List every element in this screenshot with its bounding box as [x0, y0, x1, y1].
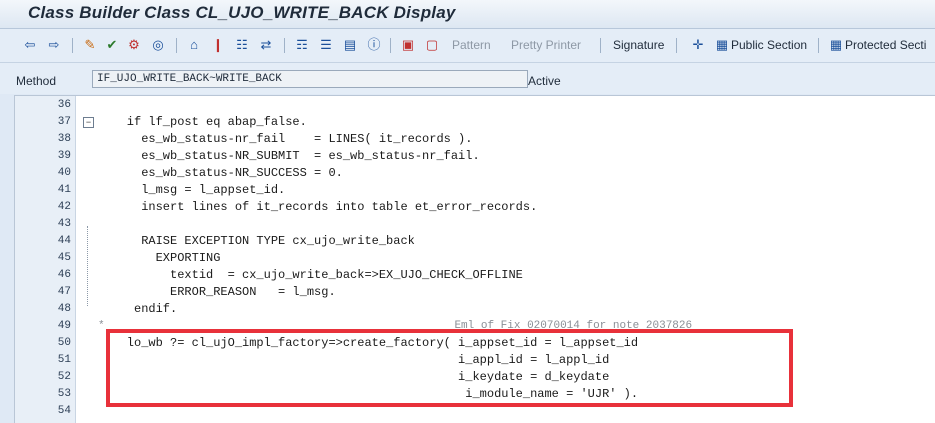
- protected-section-button[interactable]: Protected Secti: [845, 38, 926, 52]
- forward-arrow-icon[interactable]: ⇨: [46, 37, 62, 53]
- public-section-button[interactable]: Public Section: [731, 38, 807, 52]
- code-text: es_wb_status-NR_SUBMIT = es_wb_status-nr…: [98, 149, 480, 163]
- code-text: EXPORTING: [98, 251, 221, 265]
- code-text: insert lines of it_records into table et…: [98, 200, 538, 214]
- where-used-icon[interactable]: ◎: [150, 37, 166, 53]
- window-title: Class Builder Class CL_UJO_WRITE_BACK Di…: [28, 3, 456, 22]
- line-number: 44: [57, 235, 71, 247]
- code-text: textid = cx_ujo_write_back=>EX_UJO_CHECK…: [98, 268, 523, 282]
- fold-toggle-icon[interactable]: −: [83, 117, 94, 128]
- line-number: 38: [57, 133, 71, 145]
- code-line[interactable]: 43: [15, 216, 935, 233]
- protected-section-icon[interactable]: ▦: [828, 37, 844, 53]
- highlight-box: [106, 329, 793, 407]
- breakpoint-icon[interactable]: ❙: [210, 37, 226, 53]
- activate-icon[interactable]: ⚙: [126, 37, 142, 53]
- code-line[interactable]: 48 endif.: [15, 301, 935, 318]
- code-text: RAISE EXCEPTION TYPE cx_ujo_write_back: [98, 234, 415, 248]
- insert-statement-icon[interactable]: ▣: [400, 37, 416, 53]
- line-number: 45: [57, 252, 71, 264]
- code-line[interactable]: 45 EXPORTING: [15, 250, 935, 267]
- line-number: 50: [57, 337, 71, 349]
- toolbar-separator: [818, 38, 819, 53]
- method-field[interactable]: IF_UJO_WRITE_BACK~WRITE_BACK: [92, 70, 528, 88]
- code-text: if lf_post eq abap_false.: [98, 115, 307, 129]
- application-toolbar: ⇦ ⇨ ✎ ✔ ⚙ ◎ ⌂ ❙ ☷ ⇄ ☶ ☰ ▤ ⓘ ▣ ▢ Pattern …: [0, 29, 935, 63]
- line-number: 51: [57, 354, 71, 366]
- hierarchy-tree-icon[interactable]: ☶: [294, 37, 310, 53]
- toolbar-separator: [176, 38, 177, 53]
- line-number: 52: [57, 371, 71, 383]
- line-number: 41: [57, 184, 71, 196]
- code-text: ERROR_REASON = l_msg.: [98, 285, 336, 299]
- line-number: 37: [57, 116, 71, 128]
- public-section-icon[interactable]: ▦: [714, 37, 730, 53]
- object-hierarchy-icon[interactable]: ⌂: [186, 37, 202, 53]
- code-text: l_msg = l_appset_id.: [98, 183, 286, 197]
- line-number: 39: [57, 150, 71, 162]
- navigate-icon[interactable]: ✛: [690, 37, 706, 53]
- status-text: Active: [528, 74, 561, 88]
- method-label: Method: [16, 74, 57, 88]
- signature-button[interactable]: Signature: [613, 38, 664, 52]
- code-line[interactable]: 42 insert lines of it_records into table…: [15, 199, 935, 216]
- toolbar-separator: [676, 38, 677, 53]
- code-line[interactable]: 38 es_wb_status-nr_fail = LINES( it_reco…: [15, 131, 935, 148]
- code-text: es_wb_status-nr_fail = LINES( it_records…: [98, 132, 473, 146]
- line-number: 47: [57, 286, 71, 298]
- line-number: 54: [57, 405, 71, 417]
- toolbar-separator: [284, 38, 285, 53]
- code-line[interactable]: 41 l_msg = l_appset_id.: [15, 182, 935, 199]
- info-icon[interactable]: ⓘ: [366, 37, 382, 53]
- back-arrow-icon[interactable]: ⇦: [22, 37, 38, 53]
- code-line[interactable]: 46 textid = cx_ujo_write_back=>EX_UJO_CH…: [15, 267, 935, 284]
- delete-statement-icon[interactable]: ▢: [424, 37, 440, 53]
- display-table-icon[interactable]: ▤: [342, 37, 358, 53]
- toolbar-separator: [72, 38, 73, 53]
- toolbar-separator: [390, 38, 391, 53]
- edit-pencil-icon[interactable]: ✎: [82, 37, 98, 53]
- line-number: 40: [57, 167, 71, 179]
- line-number: 46: [57, 269, 71, 281]
- line-number: 43: [57, 218, 71, 230]
- code-text: endif.: [98, 302, 178, 316]
- code-line[interactable]: 40 es_wb_status-NR_SUCCESS = 0.: [15, 165, 935, 182]
- line-number: 53: [57, 388, 71, 400]
- structure-icon[interactable]: ☰: [318, 37, 334, 53]
- check-syntax-icon[interactable]: ✔: [104, 37, 120, 53]
- toolbar-separator: [600, 38, 601, 53]
- title-bar: Class Builder Class CL_UJO_WRITE_BACK Di…: [0, 0, 935, 29]
- method-row: Method IF_UJO_WRITE_BACK~WRITE_BACK Acti…: [0, 63, 935, 94]
- code-line[interactable]: 47 ERROR_REASON = l_msg.: [15, 284, 935, 301]
- code-line[interactable]: 36: [15, 97, 935, 114]
- line-number: 49: [57, 320, 71, 332]
- code-line[interactable]: 37 − if lf_post eq abap_false.: [15, 114, 935, 131]
- pretty-printer-button[interactable]: Pretty Printer: [511, 38, 581, 52]
- navigation-icon[interactable]: ⇄: [258, 37, 274, 53]
- code-line[interactable]: 39 es_wb_status-NR_SUBMIT = es_wb_status…: [15, 148, 935, 165]
- line-number: 48: [57, 303, 71, 315]
- code-line[interactable]: 44 RAISE EXCEPTION TYPE cx_ujo_write_bac…: [15, 233, 935, 250]
- line-number: 36: [57, 99, 71, 111]
- object-list-icon[interactable]: ☷: [234, 37, 250, 53]
- line-number: 42: [57, 201, 71, 213]
- pattern-button[interactable]: Pattern: [452, 38, 491, 52]
- code-text: es_wb_status-NR_SUCCESS = 0.: [98, 166, 343, 180]
